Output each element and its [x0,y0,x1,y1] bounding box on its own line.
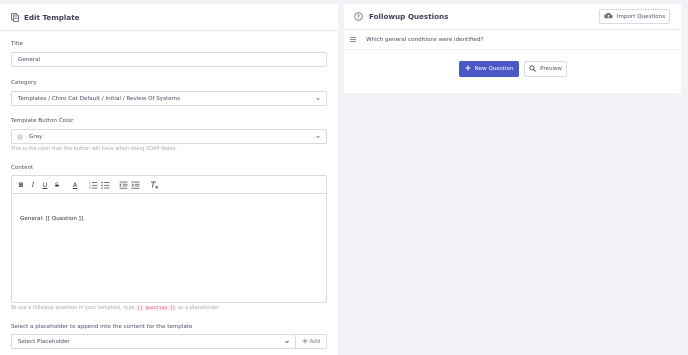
placeholder-code: [[ question ]] [136,306,177,311]
add-label: Add [309,338,321,345]
content-editor[interactable]: B I U S A 123 General: [[ Question ]]. [11,175,327,303]
svg-text:?: ? [357,14,360,20]
color-swatch [17,133,23,140]
button-color-select[interactable]: Gray [11,129,327,144]
template-icon [11,12,19,22]
new-question-button[interactable]: New Question [459,61,519,77]
new-question-label: New Question [474,66,514,72]
placeholder-select-value: Select Placeholder [18,338,70,345]
italic-button[interactable]: I [28,180,38,190]
ordered-list-icon[interactable]: 123 [88,180,98,190]
bullet-list-icon[interactable] [100,180,110,190]
question-circle-icon: ? [354,12,363,21]
category-value: Templates / Chiro Cat Default / Initial … [18,95,181,102]
plus-icon [465,65,471,73]
cloud-upload-icon [604,12,613,21]
editor-toolbar: B I U S A 123 [12,176,326,194]
indent-icon[interactable] [130,180,140,190]
title-input[interactable]: General [11,52,327,67]
svg-text:3: 3 [89,186,91,189]
question-actions: New Question Preview [459,61,567,77]
strikethrough-button[interactable]: S [52,180,62,190]
import-label: Import Questions [616,13,666,20]
question-list-item[interactable]: Which general conditions were identified… [344,30,681,50]
placeholder-help-after: as a placeholder. [177,305,221,311]
editor-content-text: General: [[ Question ]]. [20,216,85,222]
clear-format-icon[interactable] [149,180,159,190]
page-title: Edit Template [24,12,80,22]
placeholder-select-row: Select Placeholder Add [11,334,327,349]
placeholder-help: To use a followup question in your templ… [11,305,220,311]
button-color-value: Gray [29,133,43,140]
edit-template-panel: Edit Template Title General Category Tem… [0,4,338,355]
edit-template-header: Edit Template [0,4,338,31]
title-value: General [18,56,41,63]
placeholder-select[interactable]: Select Placeholder [11,334,295,349]
import-questions-button[interactable]: Import Questions [599,9,670,24]
text-color-button[interactable]: A [70,180,80,190]
placeholder-help-before: To use a followup question in your templ… [11,305,135,311]
search-icon [529,64,536,74]
outdent-icon[interactable] [118,180,128,190]
add-placeholder-button[interactable]: Add [295,334,327,349]
content-label: Content [11,165,34,171]
chevron-down-icon [284,339,290,345]
plus-icon [302,338,308,346]
category-label: Category [11,80,37,86]
chevron-down-icon [315,134,321,140]
underline-button[interactable]: U [40,180,50,190]
chevron-down-icon [315,96,321,102]
title-label: Title [11,41,23,47]
drag-handle-icon[interactable] [350,37,358,42]
button-color-label: Template Button Color [11,118,74,124]
category-select[interactable]: Templates / Chiro Cat Default / Initial … [11,91,327,106]
bold-button[interactable]: B [16,180,26,190]
button-color-help: This is the color that the button will h… [11,146,178,152]
followup-title: Followup Questions [369,12,449,21]
followup-questions-panel: ? Followup Questions Import Questions Wh… [344,4,681,93]
preview-button[interactable]: Preview [524,61,567,77]
question-text: Which general conditions were identified… [366,36,484,43]
placeholder-select-label: Select a placeholder to append into the … [11,324,193,330]
followup-header: ? Followup Questions Import Questions [344,4,681,30]
preview-label: Preview [540,66,562,72]
